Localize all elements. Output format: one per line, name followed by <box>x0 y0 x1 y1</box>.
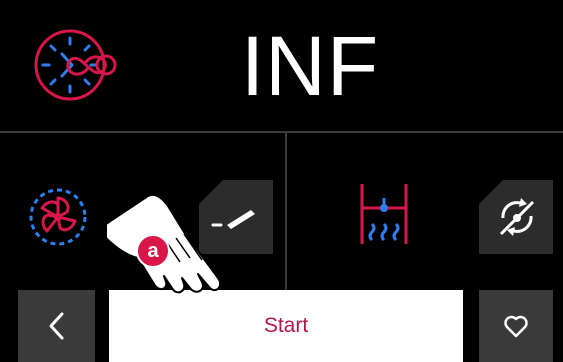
column-divider <box>285 133 287 290</box>
back-button[interactable] <box>18 290 95 362</box>
header-divider <box>0 131 563 133</box>
favorite-button[interactable] <box>479 290 553 362</box>
start-label: Start <box>263 314 309 337</box>
annotation-marker-label: a <box>147 240 159 262</box>
program-title: INF <box>240 19 380 113</box>
heart-icon <box>504 315 528 338</box>
pointing-hand-icon <box>105 194 222 294</box>
clock-infinity-icon[interactable] <box>24 20 130 110</box>
rotate-icon <box>499 198 535 236</box>
annotation-marker: a <box>136 234 170 268</box>
chevron-left-icon <box>49 312 64 340</box>
fan-icon[interactable] <box>27 186 89 248</box>
steam-water-level-icon[interactable] <box>356 178 412 250</box>
rotate-button[interactable] <box>479 180 553 254</box>
